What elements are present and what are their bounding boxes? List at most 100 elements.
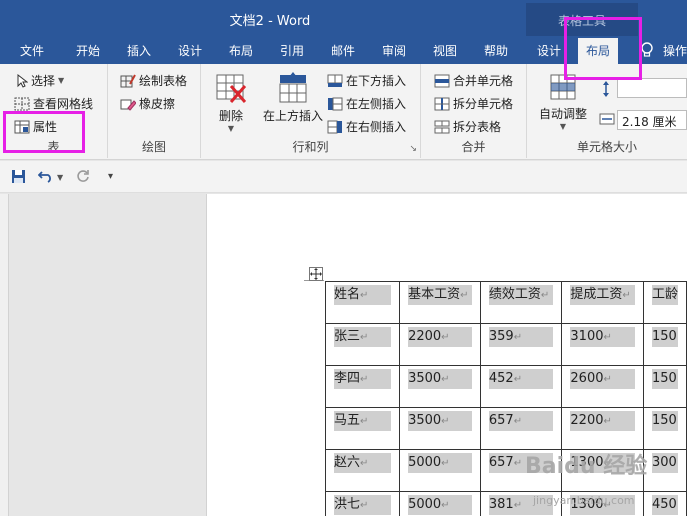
eraser-icon [120,99,136,111]
tab-view[interactable]: 视图 [433,42,457,59]
table-cell[interactable]: 5000↵ [399,449,481,492]
table-cell[interactable]: 李四↵ [324,365,401,408]
cell-text: 姓名 [334,287,361,302]
tab-table-design[interactable]: 设计 [537,42,561,59]
insert-below-button[interactable]: 在下方插入 [327,72,406,89]
table-cell[interactable]: 张三↵ [324,323,401,366]
table-cell[interactable]: 3500↵ [399,407,481,450]
table-cell[interactable]: 3500↵ [399,365,481,408]
insert-left-icon [328,97,343,110]
cell-text: 657 [488,455,514,470]
customize-toolbar-icon[interactable]: ▾ [108,171,113,182]
column-width-field[interactable]: 2.18 厘米 [617,110,687,130]
delete-table-icon [216,74,247,103]
group-merge: 合并单元格 拆分单元格 拆分表格 合并 [421,64,527,158]
table-cell[interactable]: 5000↵ [399,491,481,516]
merge-cells-button[interactable]: 合并单元格 [434,72,513,89]
save-icon[interactable] [11,169,26,187]
table-move-handle-icon[interactable] [309,267,323,281]
undo-icon[interactable] [37,169,54,186]
view-gridlines-button[interactable]: 查看网格线 [14,95,93,112]
tab-references[interactable]: 引用 [280,42,304,59]
cell-text: 2200 [408,329,442,344]
tab-file[interactable]: 文件 [20,42,44,59]
delete-button[interactable]: 删除 ▼ [211,72,251,133]
tab-review[interactable]: 审阅 [382,42,406,59]
table-cell[interactable]: 450 [642,491,687,516]
select-button[interactable]: 选择 ▼ [16,72,64,89]
insert-above-button[interactable]: 在上方插入 [261,72,325,124]
insert-right-button[interactable]: 在右侧插入 [327,118,406,135]
autofit-button[interactable]: 自动调整 ▼ [535,72,591,131]
dialog-launcher-icon[interactable]: ↘ [409,144,417,154]
group-draw: 绘制表格 橡皮擦 绘图 [108,64,201,158]
split-cells-button[interactable]: 拆分单元格 [434,95,513,112]
table-cell[interactable]: 452↵ [479,365,563,408]
table-cell[interactable]: 提成工资↵ [561,281,644,324]
table-row: 张三↵ 2200↵ 359↵ 3100↵ 150 [324,323,687,366]
cell-text: 赵六 [334,455,361,470]
tab-help[interactable]: 帮助 [484,42,508,59]
table-cell[interactable]: 2200↵ [561,407,644,450]
cell-text: 李四 [334,371,361,386]
merge-cells-label: 合并单元格 [453,74,514,88]
tab-layout[interactable]: 布局 [229,42,253,59]
cell-text: 5000 [408,497,442,512]
table-cell[interactable]: 绩效工资↵ [479,281,563,324]
split-table-button[interactable]: 拆分表格 [434,118,501,135]
chevron-down-icon: ▼ [227,124,235,133]
table-cell[interactable]: 工龄 [642,281,687,324]
chevron-down-icon: ▼ [58,76,65,85]
cell-text: 3500 [408,413,442,428]
table-cell[interactable]: 657↵ [479,407,563,450]
cell-text: 381 [488,497,514,512]
table-cell[interactable]: 359↵ [479,323,563,366]
cell-text: 657 [488,413,514,428]
tab-tell-me[interactable]: 操作 [663,42,687,59]
cell-text: 工龄 [651,287,678,302]
table-header-row: 姓名↵ 基本工资↵ 绩效工资↵ 提成工资↵ 工龄 [324,281,687,324]
tab-design[interactable]: 设计 [178,42,202,59]
table-cell[interactable]: 3100↵ [561,323,644,366]
table-cell[interactable]: 150 [642,407,687,450]
watermark-url: jingyan.baidu.com [533,494,635,507]
insert-left-button[interactable]: 在左侧插入 [327,95,406,112]
view-gridlines-label: 查看网格线 [33,97,94,111]
row-height-field[interactable] [617,78,687,98]
table-cell[interactable]: 洪七↵ [324,491,401,516]
undo-dropdown-icon[interactable]: ▼ [57,173,63,182]
autofit-icon [550,74,576,100]
table-cell[interactable]: 马五↵ [324,407,401,450]
split-table-label: 拆分表格 [453,120,502,134]
draw-table-button[interactable]: 绘制表格 [120,72,187,89]
table-cell[interactable]: 基本工资↵ [399,281,481,324]
cursor-icon [17,73,28,88]
cell-text: 提成工资 [570,287,623,302]
table-cell[interactable]: 赵六↵ [324,449,401,492]
delete-label: 删除 [218,109,243,123]
table-cell[interactable]: 2600↵ [561,365,644,408]
table-cell[interactable]: 300 [642,449,687,492]
table-cell[interactable]: 2200↵ [399,323,481,366]
properties-button[interactable]: 属性 [14,118,57,135]
table-cell[interactable]: 姓名↵ [324,281,401,324]
quick-access-toolbar: ▼ ▾ [0,161,687,193]
table-row: 马五↵ 3500↵ 657↵ 2200↵ 150 [324,407,687,450]
chevron-down-icon: ▼ [559,122,567,131]
insert-right-icon [327,120,342,133]
lightbulb-icon[interactable] [640,42,656,58]
split-table-icon [434,120,450,133]
salary-table[interactable]: 姓名↵ 基本工资↵ 绩效工资↵ 提成工资↵ 工龄 张三↵ 2200↵ 359↵ … [324,281,687,516]
merge-cells-icon [434,74,450,87]
redo-icon[interactable] [76,169,90,186]
tab-table-layout[interactable]: 布局 [578,38,619,64]
eraser-button[interactable]: 橡皮擦 [120,95,175,112]
draw-table-label: 绘制表格 [139,74,188,88]
cell-text: 452 [488,371,514,386]
tab-home[interactable]: 开始 [76,42,100,59]
table-cell[interactable]: 150 [642,323,687,366]
tab-mailings[interactable]: 邮件 [331,42,355,59]
table-cell[interactable]: 150 [642,365,687,408]
insert-right-label: 在右侧插入 [346,120,407,134]
tab-insert[interactable]: 插入 [127,42,151,59]
